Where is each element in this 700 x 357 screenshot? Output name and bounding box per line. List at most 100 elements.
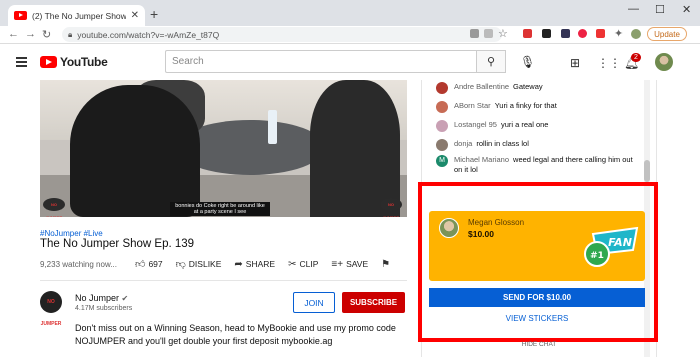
chat-text: Yuri a finky for that: [494, 101, 557, 110]
url-bar[interactable]: 🔒︎ youtube.com/watch?v=-wAmZe_t87Q: [62, 27, 502, 42]
subscriber-count: 4.17M subscribers: [75, 305, 133, 312]
thumbs-up-icon: 👍︎: [135, 259, 146, 270]
back-icon[interactable]: ←: [8, 28, 19, 40]
subscribe-button[interactable]: SUBSCRIBE: [342, 292, 405, 313]
save-button[interactable]: ≡+ SAVE: [331, 258, 368, 270]
superchat-amount: $10.00: [468, 229, 494, 239]
view-stickers-link[interactable]: VIEW STICKERS: [429, 314, 645, 323]
superchat-name: Megan Glosson: [468, 218, 525, 227]
chat-author: Michael Mariano: [454, 155, 510, 164]
divider: [40, 280, 407, 281]
dislike-button[interactable]: 👎︎ DISLIKE: [176, 258, 222, 270]
chat-avatar: M: [436, 155, 448, 167]
menu-icon[interactable]: [16, 57, 27, 69]
youtube-logo[interactable]: YouTube: [40, 55, 108, 69]
chat-text: rollin in class lol: [476, 139, 529, 148]
send-superchat-button[interactable]: SEND FOR $10.00: [429, 288, 645, 307]
extension-icon[interactable]: [578, 29, 587, 38]
dislike-label: DISLIKE: [188, 259, 222, 269]
chat-text: Gateway: [513, 82, 543, 91]
extension-icon[interactable]: [523, 29, 532, 38]
chat-message: donja rollin in class lol: [436, 139, 529, 151]
sticker-badge-text: #1: [590, 251, 604, 261]
apps-icon[interactable]: ⋮⋮: [597, 56, 621, 70]
clip-label: CLIP: [299, 259, 319, 269]
search-input[interactable]: Search: [165, 50, 476, 73]
watching-count: 9,233 watching now...: [40, 260, 117, 269]
bookmark-star-icon[interactable]: ☆: [498, 27, 508, 40]
thumbs-down-icon: 👎︎: [175, 259, 186, 270]
notification-badge: 2: [631, 53, 641, 62]
chat-message: Lostangel 95 yuri a real one: [436, 120, 548, 132]
maximize-icon[interactable]: ☐: [655, 3, 665, 16]
video-title: The No Jumper Show Ep. 139: [40, 238, 195, 250]
video-actions: 👍︎ 697 👎︎ DISLIKE ➦ SHARE ✂ CLIP ≡+ SAVE ⚑: [135, 258, 403, 271]
reload-icon[interactable]: ↻: [42, 28, 51, 41]
tab-title: (2) The No Jumper Show Ep. 139: [32, 10, 126, 21]
tab-close-icon[interactable]: ✕: [131, 10, 139, 21]
verified-icon: ✔: [121, 294, 129, 303]
extension-icon[interactable]: [596, 29, 605, 38]
youtube-favicon-icon: [14, 11, 27, 20]
youtube-logo-icon: [40, 56, 57, 68]
browser-tab-bar: (2) The No Jumper Show Ep. 139 ✕ + — ☐ ✕: [0, 0, 700, 26]
report-button[interactable]: ⚑: [381, 258, 390, 270]
channel-avatar[interactable]: NO JUMPER: [40, 291, 62, 327]
save-label: SAVE: [346, 259, 369, 269]
video-bottle: [268, 110, 277, 144]
chat-avatar: [436, 82, 448, 94]
cast-icon[interactable]: [470, 29, 479, 38]
chat-avatar: [436, 139, 448, 151]
video-player[interactable]: NO JUMPER NO JUMPER bonnies do Coke righ…: [40, 80, 407, 217]
microphone-icon[interactable]: 🎙︎: [520, 55, 535, 69]
browser-tab[interactable]: (2) The No Jumper Show Ep. 139 ✕: [8, 5, 145, 26]
watermark-logo: NO JUMPER: [380, 198, 402, 217]
update-button[interactable]: Update: [647, 27, 687, 41]
video-description: Don't miss out on a Winning Season, head…: [75, 323, 396, 346]
video-hashtags[interactable]: #NoJumper #Live: [40, 229, 103, 238]
chat-author: ABorn Star: [454, 101, 491, 110]
chat-scrollbar-thumb[interactable]: [644, 160, 650, 182]
share-button[interactable]: ➦ SHARE: [234, 258, 275, 270]
extension-icon[interactable]: [561, 29, 570, 38]
playlist-add-icon: ≡+: [331, 258, 344, 270]
channel-name-text: No Jumper: [75, 293, 120, 303]
chat-message: M Michael Mariano weed legal and there ca…: [436, 155, 636, 175]
watermark-logo: NO JUMPER: [43, 198, 65, 217]
like-button[interactable]: 👍︎ 697: [135, 258, 163, 270]
chat-avatar: [436, 101, 448, 113]
search-button[interactable]: ⚲: [476, 50, 506, 73]
chat-avatar: [436, 120, 448, 132]
share-arrow-icon: ➦: [234, 258, 243, 270]
address-bar-row: ← → ↻ 🔒︎ youtube.com/watch?v=-wAmZe_t87Q…: [0, 26, 700, 44]
share-label: SHARE: [245, 259, 276, 269]
profile-avatar-icon[interactable]: [631, 29, 641, 39]
extension-icon[interactable]: [542, 29, 551, 38]
join-button[interactable]: JOIN: [293, 292, 335, 313]
chat-author: Lostangel 95: [454, 120, 497, 129]
chat-author: Andre Ballentine: [454, 82, 510, 91]
share-icon[interactable]: [484, 29, 493, 38]
hide-chat-button[interactable]: HIDE CHAT: [421, 341, 657, 348]
chat-message: ABorn Star Yuri a finky for that: [436, 101, 557, 113]
extensions-puzzle-icon[interactable]: ✦: [614, 27, 623, 40]
sticker-fan-text: FAN: [608, 236, 632, 249]
video-person: [310, 80, 400, 217]
clip-button[interactable]: ✂ CLIP: [288, 258, 318, 270]
superchat-avatar: [439, 218, 459, 238]
minimize-icon[interactable]: —: [628, 3, 639, 15]
scissors-icon: ✂: [288, 258, 297, 270]
new-tab-button[interactable]: +: [150, 6, 158, 22]
channel-name[interactable]: No Jumper ✔: [75, 293, 128, 303]
logo-text: YouTube: [60, 55, 108, 69]
create-video-icon[interactable]: ⊞: [570, 56, 580, 70]
search-icon: ⚲: [486, 56, 496, 68]
url-text: youtube.com/watch?v=-wAmZe_t87Q: [77, 29, 220, 40]
account-avatar[interactable]: [655, 53, 673, 71]
youtube-header: YouTube Search ⚲ 🎙︎ ⊞ ⋮⋮ 🔔︎ 2: [0, 44, 700, 80]
chat-message: Andre Ballentine Gateway: [436, 82, 543, 94]
fan-sticker-icon: FAN #1: [584, 226, 639, 267]
lock-icon: 🔒︎: [68, 29, 73, 39]
forward-icon[interactable]: →: [25, 28, 36, 40]
close-window-icon[interactable]: ✕: [682, 3, 691, 16]
